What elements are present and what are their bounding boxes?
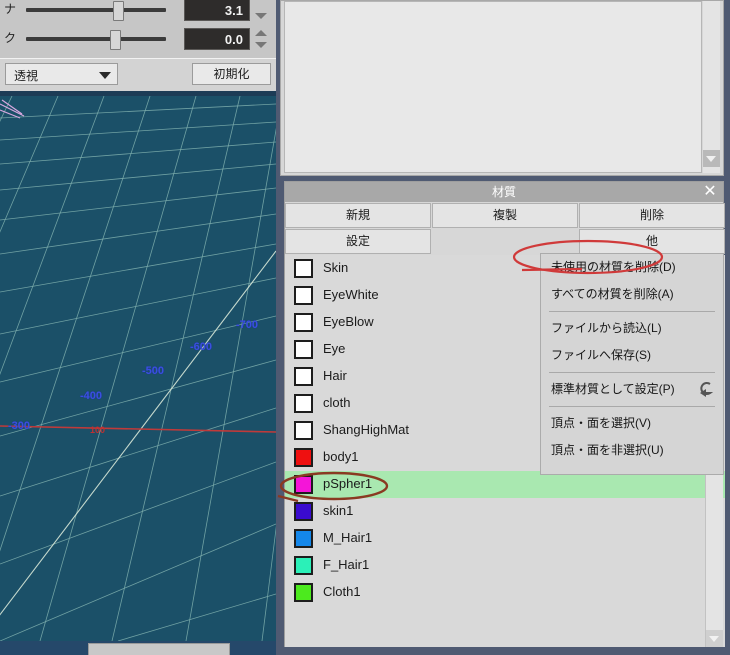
material-color-swatch[interactable]	[294, 367, 313, 386]
other-button[interactable]: 他	[579, 229, 725, 254]
material-name-label: F_Hair1	[323, 557, 370, 572]
axis-label: -700	[236, 319, 259, 331]
material-color-swatch[interactable]	[294, 529, 313, 548]
viewport-status-bar	[0, 641, 276, 655]
chevron-down-icon[interactable]	[255, 42, 267, 48]
spinner-1[interactable]	[252, 0, 270, 22]
context-menu-separator	[549, 311, 715, 312]
material-name-label: M_Hair1	[323, 530, 373, 545]
status-bar-segment	[88, 643, 230, 655]
delete-button[interactable]: 削除	[579, 203, 725, 228]
projection-select[interactable]: 透視	[5, 63, 118, 85]
context-menu-separator	[549, 406, 715, 407]
material-color-swatch[interactable]	[294, 556, 313, 575]
material-color-swatch[interactable]	[294, 583, 313, 602]
context-menu-item-set-as-default-material[interactable]: 標準材質として設定(P)	[541, 376, 723, 403]
slider-track[interactable]	[26, 37, 166, 41]
chevron-down-icon[interactable]	[255, 13, 267, 19]
perspective-grid	[0, 96, 276, 641]
right-panel-column: 材質 ✕ 新規 複製 削除 設定 他 Skin EyeWhite EyeBlow Ey…	[276, 0, 730, 655]
material-button-row-2: 設定 他	[285, 229, 725, 254]
material-name-label: pSpher1	[323, 476, 373, 491]
material-color-swatch[interactable]	[294, 313, 313, 332]
material-color-swatch[interactable]	[294, 475, 313, 494]
material-color-swatch[interactable]	[294, 421, 313, 440]
material-row[interactable]: skin1	[285, 498, 725, 525]
axis-label-origin: 100	[90, 425, 106, 435]
material-window: 材質 ✕ 新規 複製 削除 設定 他 Skin EyeWhite EyeBlow Ey…	[284, 181, 725, 647]
chevron-down-icon	[709, 636, 719, 642]
return-arrow-icon	[697, 380, 715, 398]
material-name-label: Eye	[323, 341, 346, 356]
material-name-label: skin1	[323, 503, 354, 518]
numeric-field-2[interactable]: 0.0	[184, 28, 250, 50]
spacer-button	[432, 229, 578, 254]
chevron-down-icon	[706, 156, 716, 162]
material-name-label: Cloth1	[323, 584, 361, 599]
slider-label: ナ	[4, 2, 17, 16]
numeric-field-1[interactable]: 3.1	[184, 0, 250, 21]
material-name-label: Hair	[323, 368, 347, 383]
material-window-title: 材質	[285, 182, 723, 202]
context-menu-item-deselect-vertices-faces[interactable]: 頂点・面を非選択(U)	[541, 437, 723, 464]
projection-select-value: 透視	[14, 69, 39, 83]
material-context-menu[interactable]: 未使用の材質を削除(D) すべての材質を削除(A) ファイルから読込(L) ファイルへ…	[540, 253, 724, 475]
material-row[interactable]: F_Hair1	[285, 552, 725, 579]
slider-label: ク	[4, 31, 17, 45]
material-row[interactable]: M_Hair1	[285, 525, 725, 552]
context-menu-separator	[549, 372, 715, 373]
projection-strip: 透視 初期化	[0, 58, 276, 91]
spinner-2[interactable]	[252, 27, 270, 51]
axis-label: -400	[80, 390, 103, 402]
material-name-label: Skin	[323, 260, 349, 275]
reset-button[interactable]: 初期化	[192, 63, 271, 85]
slider-thumb[interactable]	[110, 30, 121, 50]
material-name-label: EyeBlow	[323, 314, 374, 329]
material-button-row-1: 新規 複製 削除	[285, 203, 725, 228]
material-color-swatch[interactable]	[294, 340, 313, 359]
slider-track[interactable]	[26, 8, 166, 12]
slider-panel: ナ 3.1 ク 0.0	[0, 0, 276, 59]
context-menu-item-save-to-file[interactable]: ファイルへ保存(S)	[541, 342, 723, 369]
duplicate-button[interactable]: 複製	[432, 203, 578, 228]
material-name-label: EyeWhite	[323, 287, 379, 302]
axis-label: -300	[8, 420, 31, 432]
context-menu-item-select-vertices-faces[interactable]: 頂点・面を選択(V)	[541, 410, 723, 437]
context-menu-item-delete-unused-materials[interactable]: 未使用の材質を削除(D)	[541, 254, 723, 281]
close-icon[interactable]: ✕	[701, 183, 719, 201]
upper-panel-scrollbar[interactable]	[703, 1, 720, 173]
context-menu-item-load-from-file[interactable]: ファイルから読込(L)	[541, 315, 723, 342]
material-color-swatch[interactable]	[294, 259, 313, 278]
material-color-swatch[interactable]	[294, 286, 313, 305]
slider-row: ク 0.0	[0, 25, 276, 53]
slider-row: ナ 3.1	[0, 0, 276, 24]
chevron-up-icon[interactable]	[255, 30, 267, 36]
material-color-swatch[interactable]	[294, 502, 313, 521]
context-menu-item-delete-all-materials[interactable]: すべての材質を削除(A)	[541, 281, 723, 308]
material-row[interactable]: Cloth1	[285, 579, 725, 606]
3d-viewport[interactable]: -700 -600 -500 -400 -300 100	[0, 96, 276, 641]
upper-panel-content	[284, 1, 702, 173]
axis-label: -500	[142, 365, 165, 377]
material-name-label: ShangHighMat	[323, 422, 409, 437]
chevron-down-icon[interactable]	[99, 72, 111, 79]
slider-thumb[interactable]	[113, 1, 124, 21]
material-color-swatch[interactable]	[294, 394, 313, 413]
upper-empty-panel	[280, 0, 724, 176]
scroll-down-button[interactable]	[706, 630, 723, 647]
material-name-label: body1	[323, 449, 359, 464]
axis-label: -600	[190, 341, 213, 353]
viewport-controls-panel: ナ 3.1 ク 0.0 透視 初期化	[0, 0, 276, 96]
material-name-label: cloth	[323, 395, 351, 410]
new-button[interactable]: 新規	[285, 203, 431, 228]
settings-button[interactable]: 設定	[285, 229, 431, 254]
scroll-down-button[interactable]	[703, 150, 720, 167]
material-color-swatch[interactable]	[294, 448, 313, 467]
material-row[interactable]: pSpher1	[285, 471, 725, 498]
